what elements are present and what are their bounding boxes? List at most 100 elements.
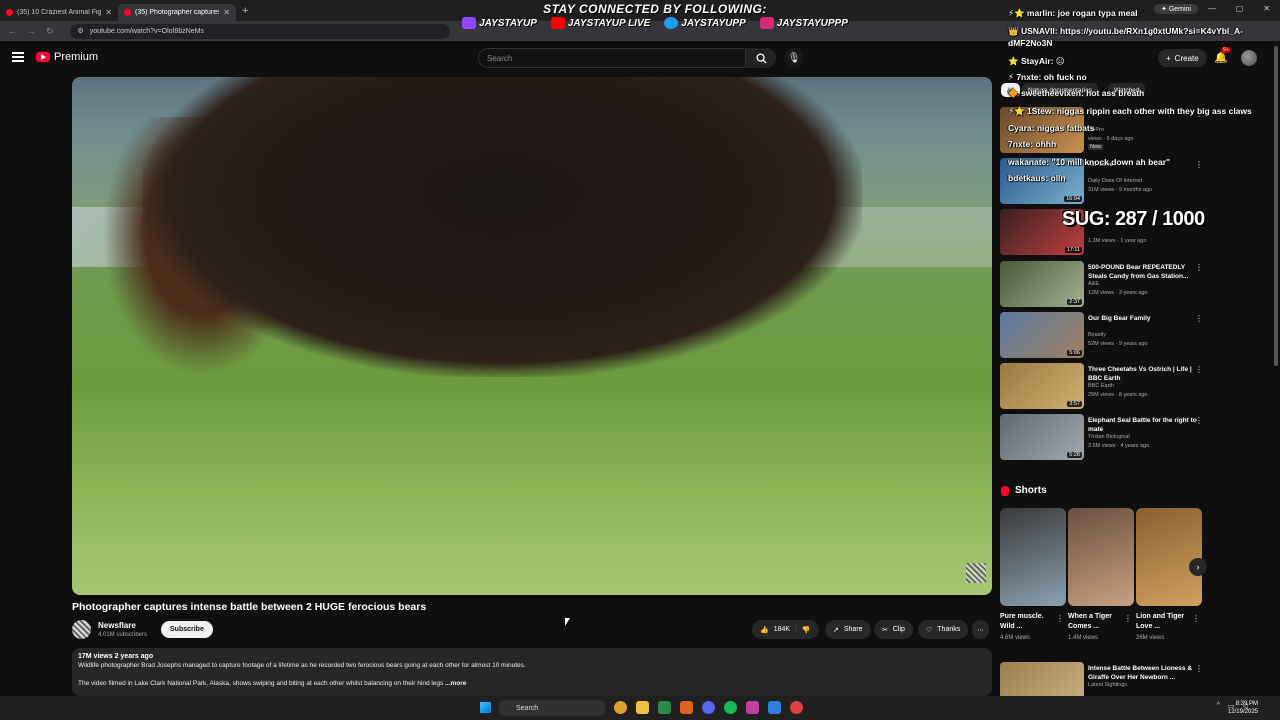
- video-thumbnail[interactable]: 5:28: [1000, 414, 1084, 460]
- short-thumbnail[interactable]: [1068, 508, 1134, 606]
- account-avatar[interactable]: [1241, 50, 1257, 66]
- windows-start-icon[interactable]: [480, 702, 491, 713]
- recommended-channel[interactable]: Latest Sightings: [1088, 682, 1127, 688]
- youtube-favicon-icon: [124, 8, 131, 16]
- page-scrollbar[interactable]: [1274, 46, 1278, 366]
- twitter-icon: [664, 17, 679, 29]
- shorts-next-arrow-icon[interactable]: ›: [1189, 558, 1207, 576]
- clock-time: 8:39 PM: [1235, 701, 1258, 707]
- channel-name[interactable]: Newsflare: [98, 621, 136, 630]
- more-actions-button[interactable]: ⋯: [972, 620, 989, 639]
- more-vertical-icon[interactable]: ⋮: [1195, 160, 1203, 169]
- tab-photographer-captures[interactable]: (35) Photographer captures ✕: [118, 3, 236, 21]
- video-thumbnail[interactable]: 2:37: [1000, 261, 1084, 307]
- recommended-channel[interactable]: Daily Dose Of Internet: [1088, 178, 1142, 184]
- recommended-video[interactable]: 2:37 500-POUND Bear REPEATEDLY Steals Can…: [1000, 261, 1220, 307]
- new-tab-icon[interactable]: +: [242, 5, 248, 17]
- site-info-icon[interactable]: ⚙: [78, 27, 84, 35]
- recommended-views: views · 6 days ago: [1088, 136, 1134, 142]
- voice-search-button[interactable]: 🎙: [784, 48, 804, 68]
- clip-button[interactable]: ✂ Clip: [874, 620, 913, 639]
- short-thumbnail[interactable]: [1000, 508, 1066, 606]
- recommended-video[interactable]: 3:57 Three Cheetahs Vs Ostrich | Life | B…: [1000, 363, 1220, 409]
- thanks-label: Thanks: [937, 626, 961, 633]
- like-count[interactable]: 184K: [774, 626, 790, 633]
- close-window-icon[interactable]: ✕: [1263, 4, 1270, 13]
- microphone-icon: 🎙: [787, 52, 801, 64]
- recommended-channel[interactable]: Tristan Biological: [1088, 434, 1130, 440]
- forward-icon[interactable]: →: [27, 26, 36, 36]
- discord-icon[interactable]: [702, 701, 715, 714]
- short-title[interactable]: Lion and Tiger Love ...: [1136, 612, 1191, 632]
- gemini-button[interactable]: ✦ Gemini: [1154, 4, 1198, 14]
- short-title[interactable]: Pure muscle. Wild ...: [1000, 612, 1055, 632]
- more-vertical-icon[interactable]: ⋮: [1192, 614, 1200, 623]
- more-vertical-icon[interactable]: ⋮: [1195, 416, 1203, 425]
- back-icon[interactable]: ←: [8, 26, 17, 36]
- short-title[interactable]: When a Tiger Comes ...: [1068, 612, 1123, 632]
- show-more-link[interactable]: ...more: [445, 680, 466, 687]
- recommended-channel[interactable]: BBC Earth: [1088, 383, 1114, 389]
- more-vertical-icon[interactable]: ⋮: [1195, 314, 1203, 323]
- file-explorer-icon[interactable]: [636, 701, 649, 714]
- video-player[interactable]: [72, 77, 992, 595]
- channel-watermark-icon[interactable]: [966, 563, 986, 583]
- subscribe-button[interactable]: Subscribe: [161, 621, 213, 638]
- recommended-video[interactable]: 5:06 Our Big Bear Family Beastly 52M views …: [1000, 312, 1220, 358]
- recommended-title[interactable]: Elephant Seal Battle for the right to ma…: [1088, 416, 1198, 434]
- more-vertical-icon[interactable]: ⋮: [1195, 365, 1203, 374]
- recommended-video[interactable]: 5:28 Elephant Seal Battle for the right t…: [1000, 414, 1220, 460]
- search-placeholder: Search: [487, 53, 513, 63]
- video-thumbnail[interactable]: 5:06: [1000, 312, 1084, 358]
- video-thumbnail[interactable]: 3:57: [1000, 363, 1084, 409]
- terminal-icon[interactable]: [658, 701, 671, 714]
- chrome-taskbar-icon[interactable]: [614, 701, 627, 714]
- thumbs-up-icon[interactable]: 👍: [760, 626, 769, 634]
- youtube-header: Premium Search 🎙 + Create 🔔 9+: [0, 41, 1280, 74]
- search-button[interactable]: [746, 48, 776, 68]
- taskbar-clock[interactable]: 8:39 PM 12/19/2025: [1228, 700, 1258, 716]
- close-tab-icon[interactable]: ✕: [105, 8, 112, 17]
- more-vertical-icon[interactable]: ⋮: [1124, 614, 1132, 623]
- recommended-title[interactable]: Our Big Bear Family: [1088, 314, 1198, 323]
- short-thumbnail[interactable]: [1136, 508, 1202, 606]
- app-taskbar-icon[interactable]: [790, 701, 803, 714]
- recommended-channel[interactable]: Beastly: [1088, 332, 1106, 338]
- spotify-icon[interactable]: [724, 701, 737, 714]
- shorts-heading-text: Shorts: [1015, 485, 1047, 496]
- app-icon[interactable]: [680, 701, 693, 714]
- recommended-title[interactable]: 500-POUND Bear REPEATEDLY Steals Candy f…: [1088, 263, 1198, 281]
- recommended-channel[interactable]: A&E: [1088, 281, 1099, 287]
- tab-title: (35) 10 Craziest Animal Fights: [17, 8, 102, 16]
- more-vertical-icon[interactable]: ⋮: [1195, 263, 1203, 272]
- tab-animal-fights[interactable]: (35) 10 Craziest Animal Fights ✕: [0, 4, 118, 21]
- social-handle-text: JAYSTAYUPP: [681, 17, 746, 29]
- minimize-icon[interactable]: —: [1208, 4, 1216, 13]
- chevron-up-icon[interactable]: ^: [1217, 702, 1220, 710]
- chat-message: wakanate: "10 mill knock down ah bear": [1008, 157, 1171, 167]
- maximize-icon[interactable]: ▢: [1236, 4, 1244, 13]
- create-button[interactable]: + Create: [1158, 49, 1207, 67]
- thumbs-down-icon[interactable]: 👎: [802, 626, 811, 634]
- browser-taskbar-icon[interactable]: [768, 701, 781, 714]
- url-field[interactable]: ⚙ youtube.com/watch?v=Olof8bzNeMs: [69, 23, 450, 39]
- shorts-heading: Shorts: [1001, 485, 1047, 496]
- hamburger-menu-icon[interactable]: [12, 52, 24, 62]
- taskbar-search[interactable]: Search: [498, 700, 606, 716]
- share-button[interactable]: ↗ Share: [825, 620, 871, 639]
- close-tab-icon[interactable]: ✕: [223, 8, 230, 17]
- video-frame-bear-dark: [142, 77, 862, 377]
- more-vertical-icon[interactable]: ⋮: [1056, 614, 1064, 623]
- reload-icon[interactable]: ↻: [46, 26, 54, 37]
- description-line: The video filmed in Lake Clark National …: [78, 680, 444, 687]
- thanks-button[interactable]: ♡ Thanks: [918, 620, 969, 639]
- more-vertical-icon[interactable]: ⋮: [1195, 664, 1203, 673]
- recommended-title[interactable]: Intense Battle Between Lioness & Giraffe…: [1088, 664, 1198, 682]
- photos-icon[interactable]: [746, 701, 759, 714]
- description-box[interactable]: 17M views 2 years ago Wildlife photograp…: [72, 648, 992, 696]
- channel-avatar[interactable]: [72, 620, 91, 639]
- social-handle-text: JAYSTAYUPPP: [776, 17, 848, 29]
- youtube-premium-logo[interactable]: Premium: [36, 51, 98, 63]
- search-input[interactable]: Search: [478, 48, 746, 68]
- recommended-title[interactable]: Three Cheetahs Vs Ostrich | Life | BBC E…: [1088, 365, 1198, 383]
